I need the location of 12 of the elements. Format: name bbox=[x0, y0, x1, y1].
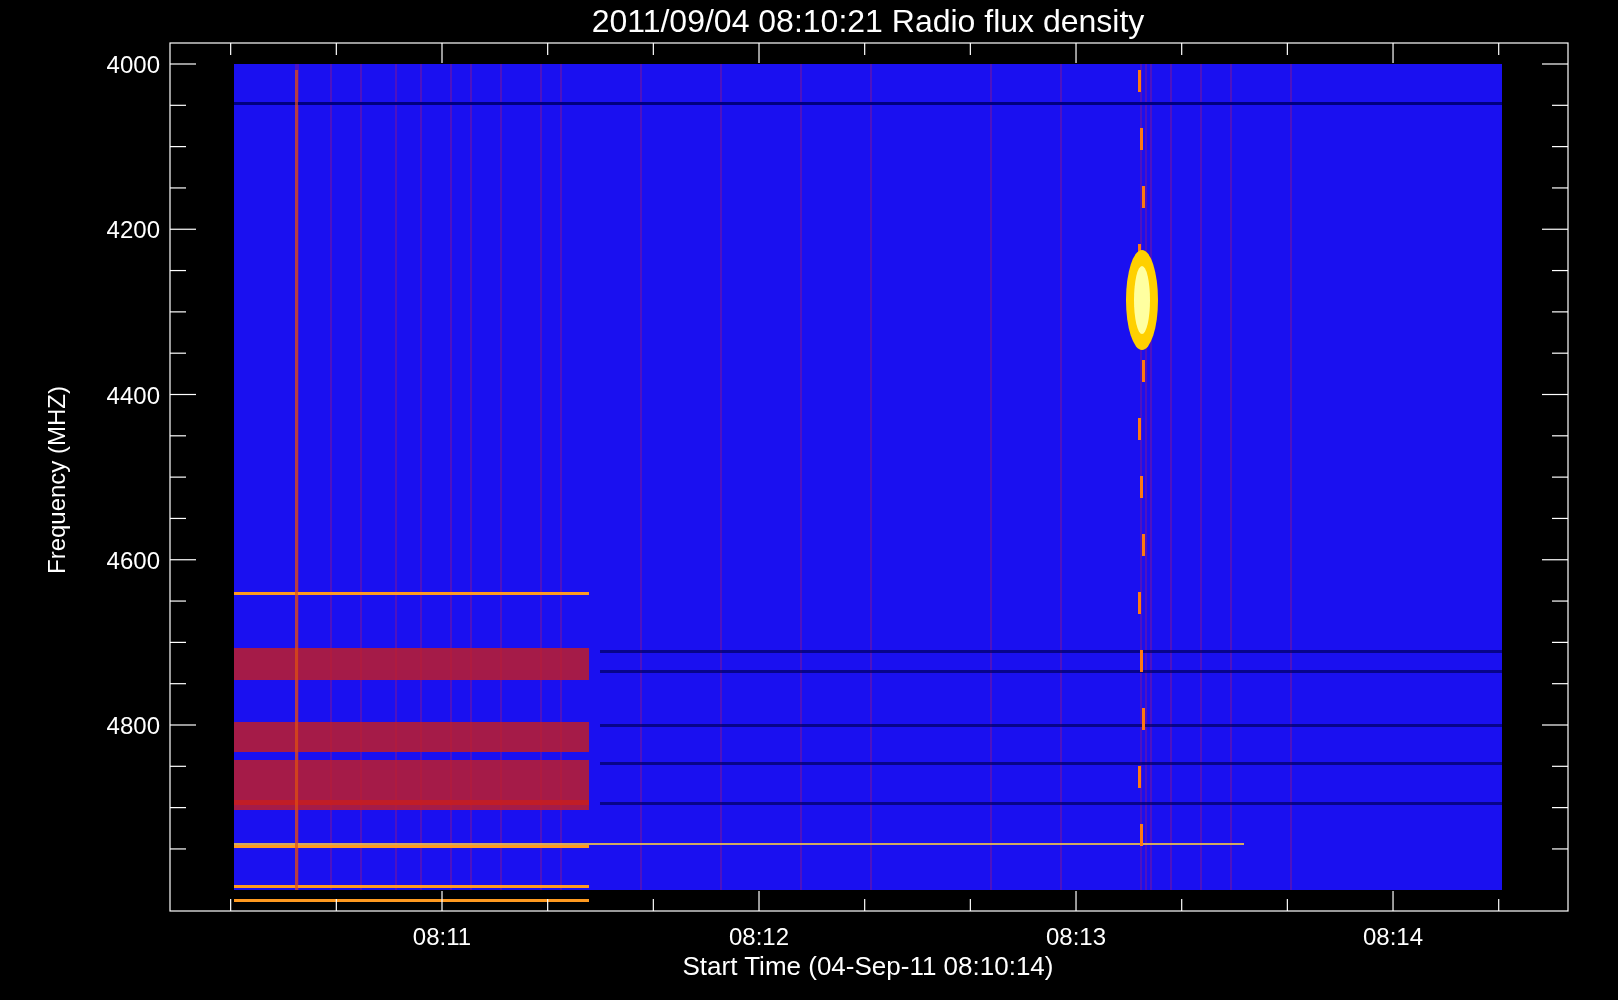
x-axis-label: Start Time (04-Sep-11 08:10:14) bbox=[682, 951, 1054, 981]
y-tick-label: 4000 bbox=[106, 51, 160, 78]
y-tick-label: 4800 bbox=[106, 712, 160, 739]
x-tick-label: 08:13 bbox=[1046, 923, 1107, 950]
y-tick-label: 4200 bbox=[106, 216, 160, 244]
plot-title: 2011/09/04 08:10:21 Radio flux density bbox=[591, 3, 1145, 39]
x-tick-label: 08:12 bbox=[729, 923, 790, 950]
y-tick-label: 4600 bbox=[106, 546, 160, 574]
y-tick-label: 4400 bbox=[106, 381, 160, 409]
x-tick-label: 08:14 bbox=[1363, 923, 1424, 950]
y-axis-label: Frequency (MHZ) bbox=[43, 386, 70, 574]
x-tick-label: 08:11 bbox=[412, 923, 472, 950]
